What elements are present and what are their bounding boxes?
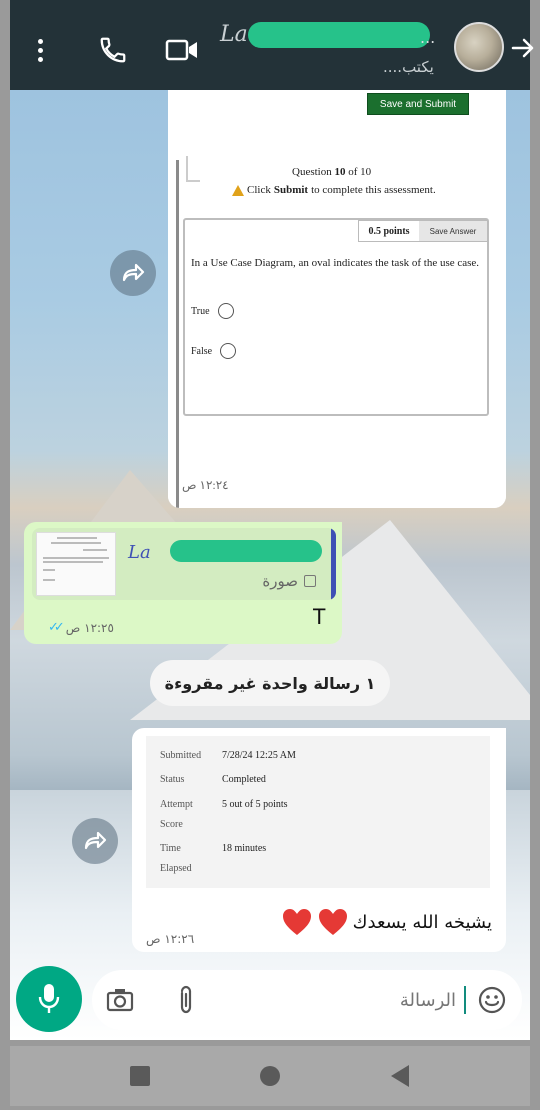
result-row: Status Completed: [160, 774, 266, 785]
image-icon: [304, 575, 316, 587]
heart-emoji-icon: [318, 909, 347, 935]
share-arrow-icon: [122, 263, 145, 282]
camera-icon[interactable]: [104, 984, 136, 1016]
message-time: ١٢:٢٥ ص: [65, 620, 114, 635]
reply-media-label: صورة: [262, 572, 316, 590]
save-and-submit-button: Save and Submit: [367, 93, 469, 115]
option-false: False: [191, 343, 237, 359]
name-redaction: [248, 22, 430, 48]
voice-record-button[interactable]: [16, 966, 82, 1032]
unread-messages-divider: ١ رسالة واحدة غير مقروءة: [150, 660, 390, 706]
contact-name-ellipsis: ...: [420, 28, 436, 47]
microphone-icon: [38, 984, 60, 1013]
message-time: ١٢:٢٦ ص: [146, 932, 195, 946]
forward-arrow-icon[interactable]: [510, 32, 536, 64]
result-key: Score: [160, 819, 183, 830]
attachment-icon[interactable]: [170, 984, 202, 1016]
read-receipt-icon: ✓✓: [48, 620, 65, 635]
typing-status: يكتب....: [383, 58, 434, 76]
result-row: Submitted 7/28/24 12:25 AM: [160, 750, 296, 761]
square-icon: [130, 1066, 150, 1086]
reply-thumbnail: [36, 532, 116, 596]
question-text: In a Use Case Diagram, an oval indicates…: [191, 257, 480, 269]
submit-instruction: Click Submit to complete this assessment…: [232, 184, 436, 196]
emoji-icon[interactable]: [476, 984, 508, 1016]
avatar[interactable]: [454, 22, 504, 72]
radio-icon: [217, 303, 234, 319]
circle-icon: [260, 1066, 280, 1086]
phone-icon[interactable]: [96, 34, 130, 66]
message-input[interactable]: [232, 982, 460, 1018]
image-message[interactable]: Save and Submit Question 10 of 10 Click …: [168, 90, 506, 508]
home-button[interactable]: [256, 1062, 284, 1090]
heart-emoji-icon: [282, 909, 311, 935]
points-box: 0.5 points Save Answer: [358, 220, 488, 242]
back-button[interactable]: [386, 1062, 414, 1090]
result-key: Elapsed: [160, 863, 192, 874]
reply-sender-name: La: [128, 542, 151, 563]
message-text: T: [312, 604, 326, 629]
message-composer: [92, 970, 522, 1030]
message-meta: ١٢:٢٥ ص ✓✓: [48, 620, 114, 635]
text-caret: [464, 986, 466, 1014]
question-number: Question 10 of 10: [292, 166, 372, 178]
quoted-reply[interactable]: La صورة: [32, 528, 336, 600]
outgoing-message[interactable]: La صورة T ١٢:٢٥ ص ✓✓: [24, 522, 342, 644]
system-nav-bar: [10, 1046, 530, 1106]
forward-button[interactable]: [110, 250, 156, 296]
forward-button[interactable]: [72, 818, 118, 864]
option-true: True: [191, 303, 234, 319]
video-call-icon[interactable]: [162, 34, 202, 66]
result-row: Time 18 minutes: [160, 843, 267, 854]
image-message[interactable]: Submitted 7/28/24 12:25 AM Status Complete…: [132, 728, 506, 952]
message-time: ١٢:٢٤ ص: [182, 478, 229, 492]
results-screenshot[interactable]: Submitted 7/28/24 12:25 AM Status Complete…: [146, 736, 490, 888]
radio-icon: [220, 343, 237, 359]
share-arrow-icon: [84, 831, 107, 850]
message-text: يشيخه الله يسعدك: [281, 906, 492, 938]
question-screenshot[interactable]: Save and Submit Question 10 of 10 Click …: [168, 90, 506, 508]
chat-header: La ... يكتب....: [10, 0, 534, 90]
contact-name[interactable]: La: [220, 22, 248, 47]
triangle-back-icon: [391, 1065, 409, 1087]
more-vert-icon[interactable]: [32, 36, 48, 64]
points-label: 0.5 points: [368, 225, 410, 237]
name-redaction: [170, 540, 322, 562]
recents-button[interactable]: [126, 1062, 154, 1090]
save-answer-button: Save Answer: [419, 221, 487, 241]
result-row: Attempt 5 out of 5 points: [160, 799, 288, 810]
warning-icon: [232, 184, 244, 196]
